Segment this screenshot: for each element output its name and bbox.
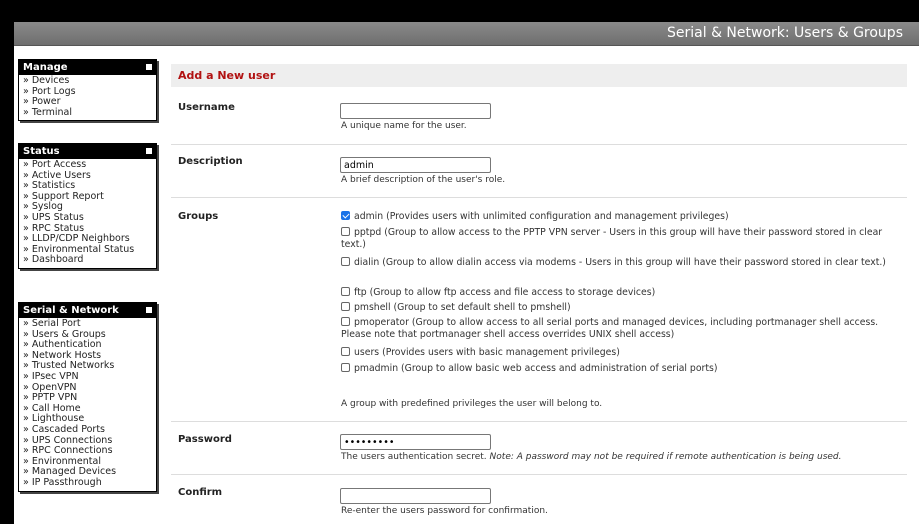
checkbox-checked-icon[interactable] [341,211,350,220]
group-option-label: pmshell (Group to set default shell to p… [354,302,571,313]
password-hint: The users authentication secret. Note: A… [341,452,842,462]
minimize-icon[interactable] [146,148,152,154]
confirm-password-input[interactable] [340,488,491,504]
checkbox-icon[interactable] [341,287,350,296]
description-label: Description [178,156,243,167]
description-hint: A brief description of the user's role. [341,175,506,185]
confirm-hint: Re-enter the users password for confirma… [341,506,548,516]
username-hint: A unique name for the user. [341,121,467,131]
group-option[interactable]: pmoperator (Group to allow access to all… [341,317,896,346]
sidebar-item[interactable]: » IPsec VPN [23,371,156,383]
serial-network-menu-header: Serial & Network [19,303,156,318]
groups-hint: A group with predefined privileges the u… [341,399,603,409]
checkbox-icon[interactable] [341,257,350,266]
page-header: Serial & Network: Users & Groups [14,22,919,46]
password-note: Note: A password may not be required if … [489,452,842,462]
manage-menu: Manage » Devices» Port Logs» Power» Term… [18,59,157,122]
username-input[interactable] [340,103,491,119]
window-top-bar [0,0,919,22]
checkbox-icon[interactable] [341,317,350,326]
serial-network-menu-list: » Serial Port» Users & Groups» Authentic… [19,318,156,491]
username-label: Username [178,102,235,113]
password-hint-text: The users authentication secret. [341,452,487,462]
group-option-label: dialin (Group to allow dialin access via… [354,257,886,268]
sidebar-item[interactable]: » Devices [23,75,156,87]
section-title: Add a New user [178,69,276,82]
page-title: Serial & Network: Users & Groups [667,25,903,41]
divider [171,421,907,422]
checkbox-icon[interactable] [341,347,350,356]
sidebar-item[interactable]: » Dashboard [23,255,156,266]
sidebar-item[interactable]: » Serial Port [23,318,156,330]
status-menu-title: Status [23,146,60,157]
sidebar-item[interactable]: » IP Passthrough [23,477,156,489]
serial-network-menu: Serial & Network » Serial Port» Users & … [18,302,157,492]
status-menu-header: Status [19,144,156,159]
group-option[interactable]: admin (Provides users with unlimited con… [341,211,896,226]
group-option[interactable]: pmshell (Group to set default shell to p… [341,302,896,316]
sidebar-item[interactable]: » UPS Status [23,212,156,224]
divider [171,474,907,475]
sidebar-item[interactable]: » Port Access [23,159,156,171]
group-option[interactable]: pptpd (Group to allow access to the PPTP… [341,227,896,256]
add-user-section-header: Add a New user [171,64,907,87]
group-option-label: admin (Provides users with unlimited con… [354,211,729,222]
divider [171,144,907,145]
divider [171,197,907,198]
password-label: Password [178,434,232,445]
manage-menu-list: » Devices» Port Logs» Power» Terminal [19,75,156,120]
group-option-label: users (Provides users with basic managem… [354,347,620,358]
group-option[interactable]: dialin (Group to allow dialin access via… [341,257,896,286]
minimize-icon[interactable] [146,64,152,70]
group-option-label: ftp (Group to allow ftp access and file … [354,287,656,298]
group-option[interactable]: users (Provides users with basic managem… [341,347,896,362]
status-menu: Status » Port Access» Active Users» Stat… [18,143,157,269]
group-option[interactable]: ftp (Group to allow ftp access and file … [341,287,896,301]
status-menu-list: » Port Access» Active Users» Statistics»… [19,159,156,268]
groups-checkbox-list: admin (Provides users with unlimited con… [341,211,896,376]
manage-menu-header: Manage [19,60,156,75]
group-option-label: pmoperator (Group to allow access to all… [341,317,879,340]
password-input[interactable] [340,434,491,450]
minimize-icon[interactable] [146,307,152,313]
group-option-label: pmadmin (Group to allow basic web access… [354,363,718,374]
groups-label: Groups [178,211,219,222]
confirm-label: Confirm [178,487,223,498]
checkbox-icon[interactable] [341,363,350,372]
sidebar-item[interactable]: » Cascaded Ports [23,424,156,436]
group-option-label: pptpd (Group to allow access to the PPTP… [341,227,883,250]
checkbox-icon[interactable] [341,227,350,236]
group-option[interactable]: pmadmin (Group to allow basic web access… [341,363,896,375]
checkbox-icon[interactable] [341,302,350,311]
sidebar-item[interactable]: » Terminal [23,107,156,119]
manage-menu-title: Manage [23,62,68,73]
description-input[interactable] [340,157,491,173]
serial-network-menu-title: Serial & Network [23,305,119,316]
